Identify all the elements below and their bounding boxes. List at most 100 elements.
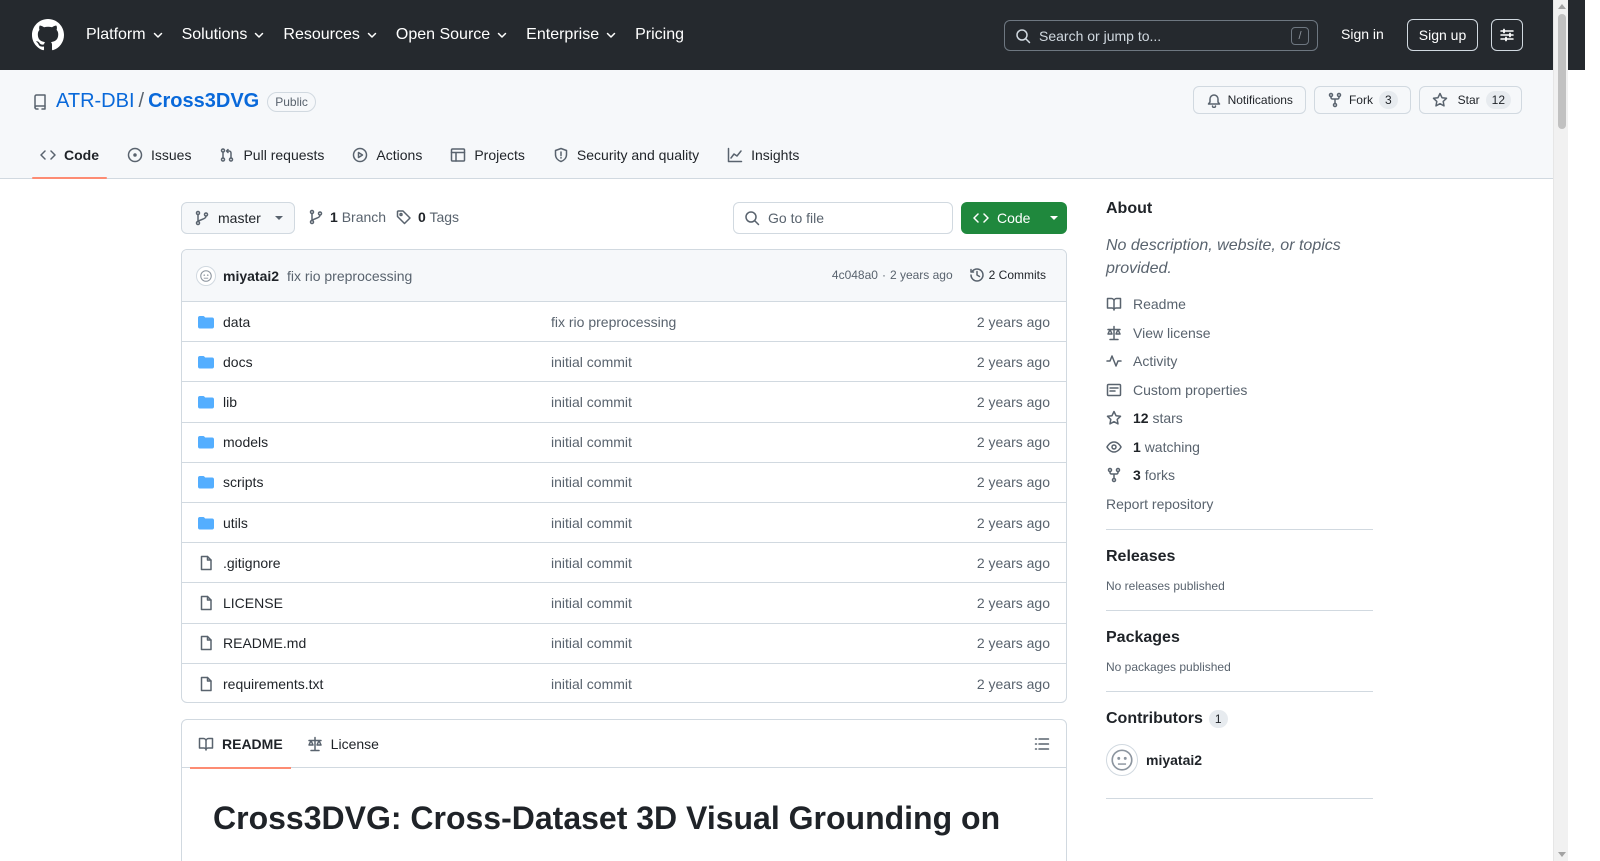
nav-resources[interactable]: Resources bbox=[283, 26, 377, 44]
watching-link[interactable]: 1 watching bbox=[1106, 433, 1373, 462]
file-name-link[interactable]: utils bbox=[223, 515, 248, 531]
sign-in-link[interactable]: Sign in bbox=[1341, 26, 1384, 42]
table-row[interactable]: requirements.txt initial commit 2 years ag… bbox=[182, 664, 1066, 702]
forks-link[interactable]: 3 forks bbox=[1106, 461, 1373, 490]
tab-security[interactable]: Security and quality bbox=[545, 132, 707, 178]
contributor-name: miyatai2 bbox=[1146, 751, 1203, 768]
table-row[interactable]: models initial commit 2 years ago bbox=[182, 423, 1066, 463]
sign-up-button[interactable]: Sign up bbox=[1407, 19, 1478, 51]
repo-title: ATR-DBI / Cross3DVG Public bbox=[32, 90, 316, 113]
license-link[interactable]: View license bbox=[1106, 319, 1373, 348]
file-commit-message-link[interactable]: initial commit bbox=[551, 676, 632, 692]
code-icon bbox=[973, 213, 989, 223]
tab-actions[interactable]: Actions bbox=[344, 132, 430, 178]
notifications-button[interactable]: Notifications bbox=[1192, 86, 1306, 114]
file-commit-message-link[interactable]: initial commit bbox=[551, 474, 632, 490]
branch-select-button[interactable]: master bbox=[181, 202, 295, 234]
avatar[interactable] bbox=[196, 265, 216, 286]
fork-icon bbox=[1328, 92, 1342, 108]
code-dropdown-button[interactable]: Code bbox=[961, 202, 1067, 234]
commit-hash-link[interactable]: 4c048a0 bbox=[832, 268, 878, 282]
file-icon bbox=[200, 555, 212, 570]
scrollbar-thumb[interactable] bbox=[1558, 14, 1566, 129]
nav-platform-label: Platform bbox=[86, 26, 146, 43]
file-name-link[interactable]: .gitignore bbox=[223, 555, 281, 571]
github-logo-icon[interactable] bbox=[32, 19, 64, 51]
table-row[interactable]: lib initial commit 2 years ago bbox=[182, 382, 1066, 423]
table-row[interactable]: .gitignore initial commit 2 years ago bbox=[182, 543, 1066, 584]
nav-solutions[interactable]: Solutions bbox=[182, 26, 266, 44]
chevron-down-icon bbox=[367, 32, 377, 38]
tab-issues[interactable]: Issues bbox=[119, 132, 199, 178]
settings-menu-button[interactable] bbox=[1491, 19, 1523, 51]
list-icon[interactable] bbox=[1034, 736, 1050, 752]
commits-history-link[interactable]: 2 Commits bbox=[969, 267, 1046, 283]
file-commit-message-link[interactable]: initial commit bbox=[551, 555, 632, 571]
forks-count: 3 bbox=[1133, 467, 1141, 484]
repo-actions: Notifications Fork 3 Star 12 bbox=[1192, 86, 1522, 114]
page-scrollbar[interactable] bbox=[1553, 0, 1568, 861]
file-name-link[interactable]: data bbox=[223, 314, 250, 330]
file-name-link[interactable]: models bbox=[223, 434, 268, 450]
file-name-link[interactable]: lib bbox=[223, 394, 237, 410]
avatar[interactable] bbox=[1106, 743, 1138, 776]
tab-license[interactable]: License bbox=[299, 720, 387, 768]
activity-link[interactable]: Activity bbox=[1106, 347, 1373, 376]
commit-author-link[interactable]: miyatai2 bbox=[223, 268, 279, 284]
nav-platform[interactable]: Platform bbox=[86, 26, 164, 44]
releases-title[interactable]: Releases bbox=[1106, 548, 1373, 566]
tab-projects-label: Projects bbox=[474, 147, 525, 163]
fork-button[interactable]: Fork 3 bbox=[1313, 86, 1411, 114]
file-name-link[interactable]: requirements.txt bbox=[223, 676, 323, 692]
contributors-title[interactable]: Contributors bbox=[1106, 710, 1203, 728]
global-search-input[interactable]: Search or jump to... / bbox=[1004, 20, 1318, 51]
nav-open-source[interactable]: Open Source bbox=[396, 26, 508, 44]
file-commit-time: 2 years ago bbox=[976, 675, 1050, 692]
tab-readme[interactable]: README bbox=[190, 720, 291, 769]
table-row[interactable]: docs initial commit 2 years ago bbox=[182, 342, 1066, 383]
go-to-file-input[interactable]: Go to file bbox=[733, 202, 953, 234]
table-row[interactable]: data fix rio preprocessing 2 years ago bbox=[182, 302, 1066, 343]
custom-properties-link[interactable]: Custom properties bbox=[1106, 376, 1373, 405]
file-commit-message-link[interactable]: initial commit bbox=[551, 434, 632, 450]
commit-message-link[interactable]: fix rio preprocessing bbox=[287, 268, 412, 284]
file-commit-time: 2 years ago bbox=[976, 313, 1050, 330]
tab-code[interactable]: Code bbox=[32, 132, 107, 179]
file-commit-message-link[interactable]: initial commit bbox=[551, 394, 632, 410]
stars-link[interactable]: 12 stars bbox=[1106, 404, 1373, 433]
file-commit-message-link[interactable]: initial commit bbox=[551, 354, 632, 370]
file-name-link[interactable]: docs bbox=[223, 354, 253, 370]
scroll-up-arrow-icon[interactable] bbox=[1558, 4, 1566, 9]
file-name-link[interactable]: LICENSE bbox=[223, 595, 283, 611]
table-row[interactable]: README.md initial commit 2 years ago bbox=[182, 624, 1066, 664]
scroll-down-arrow-icon[interactable] bbox=[1558, 852, 1566, 857]
table-row[interactable]: LICENSE initial commit 2 years ago bbox=[182, 583, 1066, 624]
table-row[interactable]: scripts initial commit 2 years ago bbox=[182, 463, 1066, 503]
file-commit-message-link[interactable]: initial commit bbox=[551, 515, 632, 531]
packages-title[interactable]: Packages bbox=[1106, 629, 1373, 647]
file-commit-message-link[interactable]: fix rio preprocessing bbox=[551, 314, 676, 330]
tab-insights[interactable]: Insights bbox=[719, 132, 807, 178]
star-button[interactable]: Star 12 bbox=[1418, 86, 1522, 114]
custom-properties-label: Custom properties bbox=[1133, 381, 1248, 398]
activity-link-label: Activity bbox=[1133, 353, 1178, 370]
tab-pull-requests[interactable]: Pull requests bbox=[211, 132, 332, 178]
file-commit-message-link[interactable]: initial commit bbox=[551, 635, 632, 651]
eye-icon bbox=[1106, 441, 1122, 453]
tags-link[interactable]: 0 Tags bbox=[396, 209, 459, 225]
repo-owner-link[interactable]: ATR-DBI bbox=[56, 90, 135, 113]
report-repository-link[interactable]: Report repository bbox=[1106, 496, 1373, 512]
file-name-link[interactable]: scripts bbox=[223, 474, 263, 490]
file-commit-message-link[interactable]: initial commit bbox=[551, 595, 632, 611]
branches-link[interactable]: 1 Branch bbox=[308, 209, 386, 225]
code-button-label: Code bbox=[997, 210, 1031, 226]
repo-name-link[interactable]: Cross3DVG bbox=[148, 90, 259, 113]
table-row[interactable]: utils initial commit 2 years ago bbox=[182, 503, 1066, 544]
file-commit-time: 2 years ago bbox=[976, 594, 1050, 611]
readme-link[interactable]: Readme bbox=[1106, 290, 1373, 319]
nav-pricing[interactable]: Pricing bbox=[635, 26, 684, 44]
file-name-link[interactable]: README.md bbox=[223, 635, 306, 651]
tab-projects[interactable]: Projects bbox=[442, 132, 533, 178]
nav-enterprise[interactable]: Enterprise bbox=[526, 26, 617, 44]
contributor-item[interactable]: miyatai2 bbox=[1106, 743, 1373, 776]
